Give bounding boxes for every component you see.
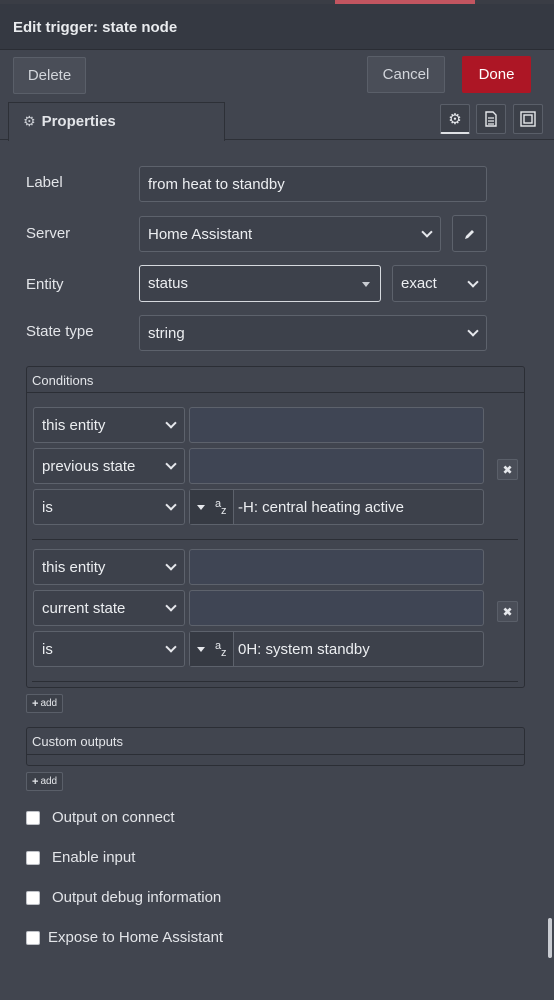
caret-down-icon: [197, 504, 205, 510]
entity-match-value: exact: [401, 275, 437, 292]
server-select-value: Home Assistant: [148, 225, 253, 243]
entity-match-select[interactable]: exact: [392, 265, 487, 302]
state-type-field-label: State type: [26, 323, 94, 340]
condition-comparator-value: is: [42, 498, 53, 516]
add-condition-button[interactable]: + add: [26, 694, 64, 713]
condition-target-select[interactable]: this entity: [33, 549, 185, 585]
tab-properties-label: Properties: [41, 113, 116, 130]
string-type-icon: az: [215, 498, 227, 517]
checkbox-label: Enable input: [52, 849, 136, 866]
condition-property-input[interactable]: [189, 590, 484, 626]
chevron-down-icon: [467, 275, 479, 288]
condition-target-input[interactable]: [189, 549, 484, 585]
label-field-label: Label: [26, 174, 63, 191]
chevron-down-icon: [421, 226, 433, 238]
entity-input[interactable]: status: [139, 265, 381, 302]
entity-input-value: status: [148, 275, 189, 292]
tab-bar: ⚙ Properties: [0, 100, 554, 141]
remove-condition-button[interactable]: ✖: [497, 601, 518, 622]
condition-property-select[interactable]: current state: [33, 590, 185, 626]
label-input[interactable]: from heat to standby: [139, 166, 487, 202]
chevron-down-icon: [165, 600, 177, 612]
output-debug-option[interactable]: Output debug information: [26, 889, 221, 906]
add-custom-output-label: add: [40, 776, 58, 787]
chevron-down-icon: [165, 559, 177, 571]
done-button[interactable]: Done: [462, 56, 531, 93]
checkbox[interactable]: [26, 890, 40, 905]
enable-input-option[interactable]: Enable input: [26, 849, 135, 866]
x-icon: ✖: [502, 462, 513, 477]
checkbox-label: Output debug information: [52, 889, 222, 906]
output-on-connect-option[interactable]: Output on connect: [26, 809, 175, 826]
checkbox-label: Output on connect: [52, 809, 175, 826]
value-type-button[interactable]: az: [190, 490, 234, 524]
condition-target-value: this entity: [42, 558, 106, 576]
expose-to-home-assistant-option[interactable]: Expose to Home Assistant: [26, 929, 223, 946]
condition-property-value: previous state: [42, 457, 136, 475]
chevron-down-icon: [165, 458, 177, 470]
dialog-title: Edit trigger: state node: [0, 4, 554, 50]
condition-property-input[interactable]: [189, 448, 484, 484]
value-type-button[interactable]: az: [190, 632, 234, 666]
appearance-tab-button[interactable]: [513, 104, 543, 134]
state-type-value: string: [148, 324, 185, 342]
caret-down-icon: [197, 646, 205, 652]
description-tab-button[interactable]: [476, 104, 506, 134]
condition-target-input[interactable]: [189, 407, 484, 443]
tab-properties[interactable]: ⚙ Properties: [8, 102, 225, 141]
condition-value-text: -H: central heating active: [238, 498, 404, 516]
scrollbar-thumb[interactable]: [548, 918, 552, 958]
conditions-header: Conditions: [27, 367, 524, 393]
add-condition-label: add: [40, 698, 58, 709]
chevron-down-icon: [467, 325, 479, 337]
plus-icon: +: [32, 697, 39, 710]
condition-value-input[interactable]: az 0H: system standby: [189, 631, 484, 667]
checkbox[interactable]: [26, 930, 40, 945]
checkbox[interactable]: [26, 810, 40, 825]
server-field-label: Server: [26, 225, 71, 242]
condition-divider: [32, 681, 518, 682]
checkbox[interactable]: [26, 850, 40, 865]
delete-button[interactable]: Delete: [13, 57, 86, 94]
condition-comparator-select[interactable]: is: [33, 631, 185, 667]
document-icon: [485, 111, 497, 127]
gear-icon: ⚙: [23, 113, 36, 129]
chevron-down-icon: [165, 641, 177, 653]
settings-tab-button[interactable]: ⚙: [440, 104, 470, 134]
custom-outputs-header: Custom outputs: [27, 728, 524, 755]
condition-comparator-select[interactable]: is: [33, 489, 185, 525]
gear-icon: ⚙: [448, 110, 462, 128]
edit-server-button[interactable]: [452, 215, 487, 252]
condition-value-text: 0H: system standby: [238, 640, 370, 658]
condition-target-value: this entity: [42, 416, 106, 434]
dropdown-caret-icon: [362, 282, 370, 287]
condition-property-value: current state: [42, 599, 126, 617]
chevron-down-icon: [165, 417, 177, 429]
server-select[interactable]: Home Assistant: [139, 216, 441, 252]
remove-condition-button[interactable]: ✖: [497, 459, 518, 480]
state-type-select[interactable]: string: [139, 315, 487, 351]
condition-target-select[interactable]: this entity: [33, 407, 185, 443]
string-type-icon: az: [215, 640, 227, 659]
condition-property-select[interactable]: previous state: [33, 448, 185, 484]
custom-outputs-container: Custom outputs: [26, 727, 525, 766]
condition-divider: [32, 539, 518, 540]
add-custom-output-button[interactable]: + add: [26, 772, 64, 791]
cancel-button[interactable]: Cancel: [367, 56, 445, 93]
chevron-down-icon: [165, 499, 177, 511]
plus-icon: +: [32, 775, 39, 788]
label-input-value: from heat to standby: [148, 175, 285, 193]
pencil-icon: [464, 229, 474, 239]
condition-value-input[interactable]: az -H: central heating active: [189, 489, 484, 525]
condition-comparator-value: is: [42, 640, 53, 658]
entity-field-label: Entity: [26, 276, 64, 293]
x-icon: ✖: [502, 604, 513, 619]
layout-icon: [520, 111, 536, 127]
checkbox-label: Expose to Home Assistant: [48, 929, 224, 946]
